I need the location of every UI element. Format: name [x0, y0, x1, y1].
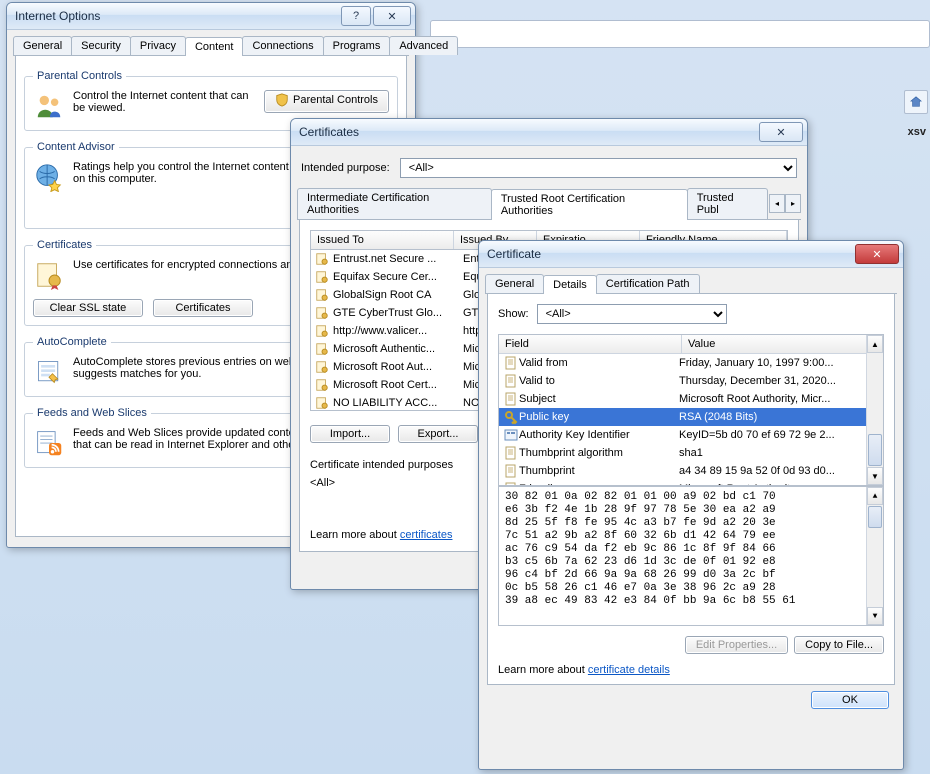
- key-icon: [503, 409, 519, 425]
- field-row[interactable]: Public keyRSA (2048 Bits): [499, 408, 883, 426]
- page-snippet: xsv: [908, 126, 926, 138]
- scroll-thumb[interactable]: [868, 434, 882, 466]
- tab-scroll[interactable]: ◂▸: [769, 188, 801, 219]
- certificate-small-icon: [315, 324, 329, 338]
- tab-cert-path[interactable]: Certification Path: [596, 274, 700, 293]
- scroll-thumb[interactable]: [868, 506, 882, 528]
- hex-scrollbar[interactable]: ▲ ▼: [866, 487, 883, 625]
- learn-prefix: Learn more about: [498, 664, 588, 676]
- field-row[interactable]: SubjectMicrosoft Root Authority, Micr...: [499, 390, 883, 408]
- parental-desc: Control the Internet content that can be…: [73, 90, 256, 114]
- learn-certificates-link[interactable]: certificates: [400, 529, 453, 541]
- certificates-button[interactable]: Certificates: [153, 299, 253, 317]
- window-title: Certificate: [487, 247, 853, 261]
- document-icon: [503, 373, 519, 389]
- certificate-small-icon: [315, 342, 329, 356]
- parental-controls-button[interactable]: Parental Controls: [264, 90, 389, 113]
- home-icon[interactable]: [904, 90, 928, 114]
- clear-ssl-button[interactable]: Clear SSL state: [33, 299, 143, 317]
- legend-certificates: Certificates: [33, 239, 96, 251]
- learn-prefix: Learn more about: [310, 529, 400, 541]
- tab-cert-general[interactable]: General: [485, 274, 544, 293]
- ie-tabs: General Security Privacy Content Connect…: [13, 36, 409, 56]
- close-button[interactable]: ✕: [855, 244, 899, 264]
- help-button[interactable]: ?: [341, 6, 371, 26]
- titlebar-internet-options[interactable]: Internet Options ? ✕: [7, 3, 415, 30]
- field-list[interactable]: Field Value Valid fromFriday, January 10…: [498, 334, 884, 486]
- window-title: Internet Options: [15, 9, 339, 23]
- legend-parental: Parental Controls: [33, 70, 126, 82]
- legend-auto: AutoComplete: [33, 336, 111, 348]
- document-icon: [503, 445, 519, 461]
- certificate-small-icon: [315, 270, 329, 284]
- extension-icon: [503, 427, 519, 443]
- tab-trusted-pub[interactable]: Trusted Publ: [687, 188, 768, 219]
- titlebar-certificates[interactable]: Certificates ✕: [291, 119, 807, 146]
- ok-button[interactable]: OK: [811, 691, 889, 709]
- tab-general[interactable]: General: [13, 36, 72, 55]
- form-icon: [33, 356, 65, 388]
- tab-privacy[interactable]: Privacy: [130, 36, 186, 55]
- legend-feeds: Feeds and Web Slices: [33, 407, 151, 419]
- copy-to-file-button[interactable]: Copy to File...: [794, 636, 884, 654]
- field-row[interactable]: Authority Key IdentifierKeyID=5b d0 70 e…: [499, 426, 883, 444]
- col-field[interactable]: Field: [499, 335, 682, 353]
- feeds-icon: [33, 427, 65, 459]
- shield-icon: [275, 93, 289, 107]
- document-icon: [503, 463, 519, 479]
- globe-star-icon: [33, 161, 65, 193]
- field-row[interactable]: Valid toThursday, December 31, 2020...: [499, 372, 883, 390]
- export-button[interactable]: Export...: [398, 425, 478, 443]
- show-label: Show:: [498, 308, 529, 320]
- document-icon: [503, 355, 519, 371]
- tab-connections[interactable]: Connections: [242, 36, 323, 55]
- field-row[interactable]: Valid fromFriday, January 10, 1997 9:00.…: [499, 354, 883, 372]
- learn-cert-details-link[interactable]: certificate details: [588, 664, 670, 676]
- tab-intermediate[interactable]: Intermediate Certification Authorities: [297, 188, 492, 219]
- certificate-tabs: General Details Certification Path: [485, 274, 897, 294]
- certificate-small-icon: [315, 252, 329, 266]
- tab-security[interactable]: Security: [71, 36, 131, 55]
- scroll-up-icon[interactable]: ▲: [867, 487, 883, 505]
- tab-trusted-root[interactable]: Trusted Root Certification Authorities: [491, 189, 688, 220]
- browser-address-bar[interactable]: [430, 20, 930, 48]
- scroll-down-icon[interactable]: ▼: [867, 607, 883, 625]
- show-select[interactable]: <All>: [537, 304, 727, 324]
- intended-purpose-select[interactable]: <All>: [400, 158, 797, 178]
- scroll-down-icon[interactable]: ▼: [867, 467, 883, 485]
- tab-advanced[interactable]: Advanced: [389, 36, 458, 55]
- certificate-small-icon: [315, 378, 329, 392]
- field-row[interactable]: Thumbprint algorithmsha1: [499, 444, 883, 462]
- certificate-small-icon: [315, 288, 329, 302]
- cert-tabs: Intermediate Certification Authorities T…: [297, 188, 801, 220]
- certificate-small-icon: [315, 306, 329, 320]
- family-icon: [33, 90, 65, 122]
- window-title: Certificates: [299, 125, 757, 139]
- legend-advisor: Content Advisor: [33, 141, 119, 153]
- tab-cert-details[interactable]: Details: [543, 275, 597, 294]
- certificate-small-icon: [315, 360, 329, 374]
- close-button[interactable]: ✕: [759, 122, 803, 142]
- tab-programs[interactable]: Programs: [323, 36, 391, 55]
- close-button[interactable]: ✕: [373, 6, 411, 26]
- certificate-icon: [33, 259, 65, 291]
- document-icon: [503, 391, 519, 407]
- certificate-window: Certificate ✕ General Details Certificat…: [478, 240, 904, 770]
- titlebar-certificate[interactable]: Certificate ✕: [479, 241, 903, 268]
- certificate-small-icon: [315, 396, 329, 410]
- scroll-up-icon[interactable]: ▲: [867, 335, 883, 353]
- tab-content[interactable]: Content: [185, 37, 244, 56]
- intended-purpose-label: Intended purpose:: [301, 162, 390, 174]
- field-scrollbar[interactable]: ▲ ▼: [866, 335, 883, 485]
- hex-dump[interactable]: 30 82 01 0a 02 82 01 01 00 a9 02 bd c1 7…: [498, 486, 884, 626]
- col-value[interactable]: Value: [682, 335, 883, 353]
- field-row[interactable]: Thumbprinta4 34 89 15 9a 52 0f 0d 93 d0.…: [499, 462, 883, 480]
- import-button[interactable]: Import...: [310, 425, 390, 443]
- edit-properties-button: Edit Properties...: [685, 636, 788, 654]
